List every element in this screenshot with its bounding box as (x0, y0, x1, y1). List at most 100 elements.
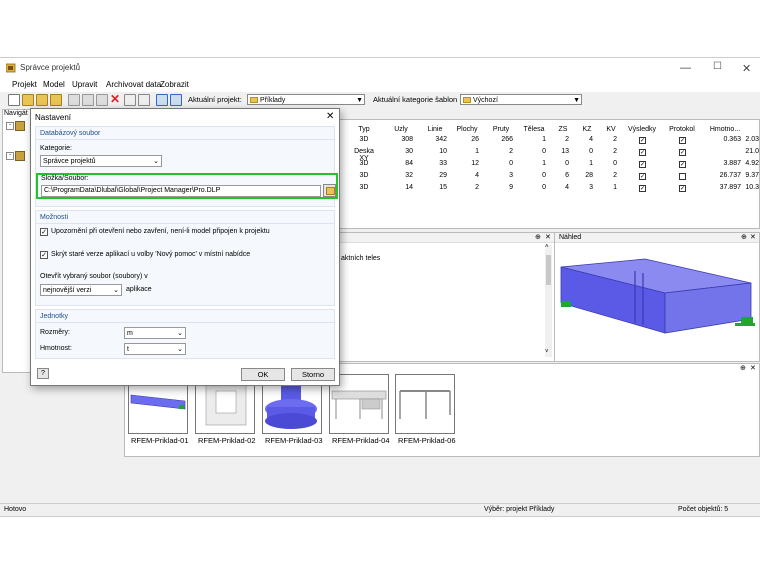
menu-zobrazit[interactable]: Zobrazit (160, 80, 189, 89)
tree-expand-icon[interactable]: - (6, 152, 14, 160)
vysledky-checkbox[interactable]: ✓ (639, 161, 646, 168)
status-selection: Výběr: projekt Příklady (484, 506, 555, 513)
protokol-checkbox[interactable]: ✓ (679, 149, 686, 156)
pin-icon[interactable]: ⊕ (740, 364, 746, 372)
table-cell-telesa: 1 (542, 160, 546, 167)
version-value: nejnovější verzi (43, 287, 92, 294)
current-project-value: Příklady (260, 97, 286, 104)
paste-icon[interactable] (96, 94, 108, 106)
thumbnail-label: RFEM-Priklad-04 (332, 436, 390, 445)
menu-bar: Projekt Model Upravit Archivovat data Zo… (0, 78, 760, 92)
divider (36, 322, 334, 323)
column-header[interactable]: ZS (555, 126, 571, 133)
new-icon[interactable] (8, 94, 20, 106)
close-panel-icon[interactable]: ✕ (750, 233, 756, 241)
column-header[interactable]: Plochy (453, 126, 481, 133)
vysledky-checkbox[interactable]: ✓ (639, 137, 646, 144)
menu-upravit[interactable]: Upravit (72, 80, 97, 89)
table-cell-linie: 29 (439, 172, 447, 179)
details-scrollbar[interactable]: ˄ ˅ (545, 244, 552, 357)
project-tree-icon[interactable] (15, 121, 25, 131)
browse-button[interactable] (323, 184, 336, 197)
mass-value: t (127, 346, 129, 353)
table-cell-pruty: 2 (509, 148, 513, 155)
close-panel-icon[interactable]: ✕ (750, 364, 756, 372)
cut-icon[interactable] (68, 94, 80, 106)
table-cell-pruty: 9 (509, 184, 513, 191)
menu-archivovat-data[interactable]: Archivovat data (106, 80, 161, 89)
dialog-header: Nastavení ✕ (31, 109, 339, 125)
options-group: Možnosti ✓ Upozornění při otevření nebo … (35, 210, 335, 306)
template-category-select[interactable]: Výchozí ▼ (460, 94, 582, 105)
mass-select[interactable]: t ⌄ (124, 343, 186, 355)
column-header[interactable]: Výsledky (624, 126, 660, 133)
column-header[interactable]: Hmotno... (705, 126, 745, 133)
scroll-up-icon[interactable]: ˄ (545, 244, 549, 250)
thumbnail-label: RFEM-Priklad-03 (265, 436, 323, 445)
category-select[interactable]: Správce projektů ⌄ (40, 155, 162, 167)
tree-expand-icon[interactable]: - (6, 122, 14, 130)
delete-icon[interactable]: ✕ (110, 92, 120, 106)
column-header[interactable]: Uzly (387, 126, 415, 133)
help-icon: ? (41, 370, 45, 377)
cancel-button[interactable]: Storno (291, 368, 335, 381)
maximize-icon[interactable]: ☐ (713, 61, 722, 72)
column-header[interactable]: Typ (349, 126, 379, 133)
project-tree-icon[interactable] (15, 151, 25, 161)
protokol-checkbox[interactable]: ✓ (679, 137, 686, 144)
folder-up-icon[interactable] (50, 94, 62, 106)
dimensions-select[interactable]: m ⌄ (124, 327, 186, 339)
folder-icon (250, 97, 258, 103)
folder-icon[interactable] (36, 94, 48, 106)
thumbnail-rfem-priklad-06[interactable] (395, 374, 455, 434)
protokol-checkbox[interactable]: ✓ (679, 185, 686, 192)
current-project-label: Aktuální projekt: (188, 95, 242, 104)
column-header[interactable]: Protokol (664, 126, 700, 133)
table-cell-kz: 1 (589, 160, 593, 167)
scroll-down-icon[interactable]: ˅ (545, 349, 549, 355)
column-header[interactable]: KZ (579, 126, 595, 133)
path-input[interactable]: C:\ProgramData\Dlubal\Global\Project Man… (41, 185, 321, 197)
list-view-icon[interactable] (124, 94, 136, 106)
table-cell-uzly: 308 (401, 136, 413, 143)
chevron-down-icon: ⌄ (113, 287, 119, 294)
preview-view-icon[interactable] (170, 94, 182, 106)
vysledky-checkbox[interactable]: ✓ (639, 149, 646, 156)
table-cell-telesa: 1 (542, 136, 546, 143)
open-folder-icon[interactable] (22, 94, 34, 106)
menu-model[interactable]: Model (43, 80, 65, 89)
preview-panel: Náhled ⊕ ✕ (554, 232, 760, 362)
close-window-icon[interactable]: ✕ (742, 62, 751, 75)
column-header[interactable]: KV (603, 126, 619, 133)
hide-old-checkbox[interactable]: ✓ (40, 251, 48, 259)
vysledky-checkbox[interactable]: ✓ (639, 173, 646, 180)
column-header[interactable]: Tělesa (520, 126, 548, 133)
chevron-down-icon: ▼ (356, 97, 363, 104)
grid-view-icon[interactable] (156, 94, 168, 106)
table-cell-kv: 1 (613, 184, 617, 191)
vysledky-checkbox[interactable]: ✓ (639, 185, 646, 192)
copy-icon[interactable] (82, 94, 94, 106)
table-cell-typ: 3D (359, 184, 369, 191)
menu-projekt[interactable]: Projekt (12, 80, 37, 89)
help-button[interactable]: ? (37, 368, 49, 379)
protokol-checkbox[interactable]: ✓ (679, 161, 686, 168)
table-cell-typ: 3D (359, 160, 369, 167)
pin-icon[interactable]: ⊕ (741, 233, 747, 241)
scrollbar-thumb[interactable] (546, 255, 551, 285)
protokol-checkbox[interactable] (679, 173, 686, 180)
notify-checkbox[interactable]: ✓ (40, 228, 48, 236)
current-project-select[interactable]: Příklady ▼ (247, 94, 365, 105)
minimize-icon[interactable]: — (680, 62, 691, 74)
table-cell-plochy: 1 (475, 148, 479, 155)
table-cell-kz: 3 (589, 184, 593, 191)
close-panel-icon[interactable]: ✕ (545, 233, 551, 241)
ok-button[interactable]: OK (241, 368, 285, 381)
table-cell-uzly: 30 (405, 148, 413, 155)
column-header[interactable]: Linie (421, 126, 449, 133)
version-select[interactable]: nejnovější verzi ⌄ (40, 284, 122, 296)
details-view-icon[interactable] (138, 94, 150, 106)
pin-icon[interactable]: ⊕ (535, 233, 541, 241)
dialog-close-icon[interactable]: ✕ (326, 111, 334, 122)
column-header[interactable]: Pruty (487, 126, 515, 133)
